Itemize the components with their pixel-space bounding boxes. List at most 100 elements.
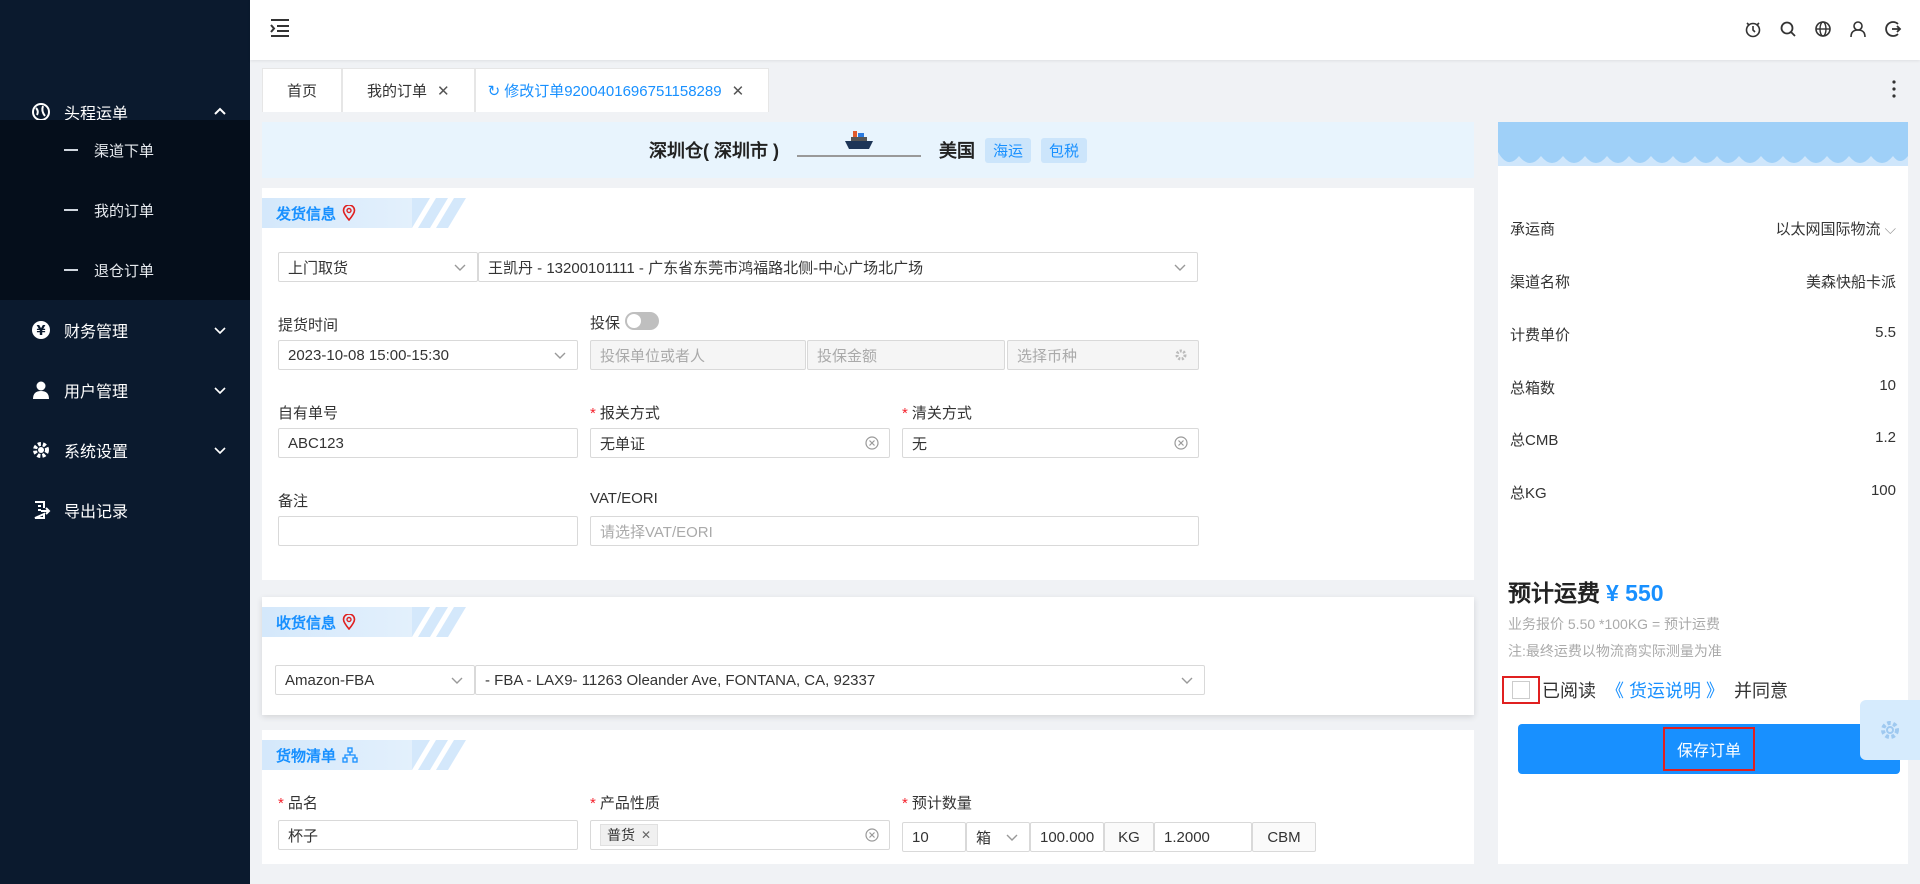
- vat-select[interactable]: 请选择VAT/EORI: [590, 516, 1199, 546]
- yen-icon: ¥: [30, 319, 52, 341]
- submenu: 渠道下单 我的订单 退仓订单: [0, 120, 250, 300]
- tax-tag: 包税: [1041, 137, 1088, 163]
- hierarchy-icon: [342, 747, 358, 763]
- clearance-method-select[interactable]: 无: [902, 428, 1199, 458]
- clear-circle-icon[interactable]: [865, 436, 879, 450]
- svg-text:¥: ¥: [36, 324, 45, 339]
- carrier-select[interactable]: 以太网国际物流 ⌵: [1775, 218, 1896, 239]
- remark-input[interactable]: [278, 516, 578, 546]
- save-order-button[interactable]: 保存订单: [1518, 724, 1900, 774]
- estimated-freight: 预计运费 ¥ 550: [1508, 580, 1664, 606]
- transport-tag: 海运: [984, 137, 1031, 163]
- refresh-icon[interactable]: ↻: [488, 82, 501, 100]
- close-icon[interactable]: ✕: [732, 82, 745, 100]
- sidebar-item-user-management[interactable]: 用户管理: [0, 360, 250, 420]
- sidebar-item-system-settings[interactable]: 系统设置: [0, 420, 250, 480]
- route-line: [796, 131, 921, 157]
- receiving-info-panel: 收货信息 Amazon-FBA - FBA - LAX9- 11263 Olea…: [262, 597, 1474, 715]
- chevron-down-icon: [1006, 834, 1018, 841]
- insurance-label: 投保: [590, 315, 621, 332]
- receiver-address-select[interactable]: - FBA - LAX9- 11263 Oleander Ave, FONTAN…: [475, 665, 1205, 695]
- freight-note: 注:最终运费以物流商实际测量为准: [1508, 643, 1722, 659]
- insured-party-input[interactable]: 投保单位或者人: [590, 340, 806, 370]
- nature-chip: 普货 ✕: [600, 824, 659, 846]
- tab-my-orders[interactable]: 我的订单 ✕: [342, 68, 475, 112]
- user-icon[interactable]: [1849, 20, 1867, 38]
- summary-row: 计费单价 5.5: [1510, 324, 1896, 344]
- wave-decoration: [1498, 122, 1908, 182]
- summary-row: 总CMB 1.2: [1510, 429, 1896, 449]
- quantity-input[interactable]: 10: [902, 822, 966, 852]
- clock-icon[interactable]: [1744, 20, 1762, 38]
- remark-label: 备注: [278, 493, 309, 510]
- volume-input[interactable]: 1.2000: [1154, 822, 1252, 852]
- quantity-unit-select[interactable]: 箱: [966, 822, 1030, 852]
- origin-warehouse: 深圳仓( 深圳市 ): [648, 141, 779, 161]
- cargo-section-title: 货物清单: [262, 740, 466, 770]
- currency-select[interactable]: 选择币种: [1007, 340, 1199, 370]
- chevron-down-icon: [214, 387, 226, 395]
- search-icon[interactable]: [1779, 20, 1797, 38]
- own-number-input[interactable]: ABC123: [278, 428, 578, 458]
- logout-icon[interactable]: [1884, 20, 1902, 38]
- product-nature-select[interactable]: 普货 ✕: [590, 820, 890, 850]
- close-icon[interactable]: ✕: [641, 828, 651, 842]
- chevron-down-icon: [451, 677, 463, 684]
- chevron-down-icon: [454, 264, 466, 271]
- destination-country: 美国: [938, 141, 975, 161]
- product-name-label: * 品名: [278, 795, 318, 812]
- tab-home[interactable]: 首页: [262, 68, 343, 112]
- order-summary-panel: 承运商 以太网国际物流 ⌵ 渠道名称 美森快船卡派 计费单价 5.5 总箱数 10 总C…: [1498, 122, 1908, 864]
- tab-edit-order[interactable]: ↻ 修改订单9200401696751158289 ✕: [474, 68, 770, 112]
- menu-fold-icon[interactable]: [268, 16, 292, 40]
- sidebar-subitem-return-orders[interactable]: 退仓订单: [0, 240, 250, 300]
- agree-checkbox[interactable]: [1502, 676, 1540, 704]
- user-icon: [30, 379, 52, 401]
- clear-circle-icon[interactable]: [1174, 436, 1188, 450]
- pickup-time-select[interactable]: 2023-10-08 15:00-15:30: [278, 340, 578, 370]
- tab-bar: 首页 我的订单 ✕ ↻ 修改订单9200401696751158289 ✕: [262, 68, 770, 112]
- chevron-down-icon: [1181, 677, 1193, 684]
- decorative-stripes: [412, 607, 466, 637]
- customs-method-label: * 报关方式: [590, 405, 660, 422]
- receiving-section-title: 收货信息: [262, 607, 466, 637]
- vat-label: VAT/EORI: [590, 490, 658, 507]
- quote-formula: 业务报价 5.50 *100KG = 预计运费: [1508, 616, 1721, 632]
- sidebar-subitem-my-orders[interactable]: 我的订单: [0, 180, 250, 240]
- clear-circle-icon[interactable]: [865, 828, 879, 842]
- gear-icon: [1175, 349, 1187, 361]
- product-name-input[interactable]: 杯子: [278, 820, 578, 850]
- summary-row: 渠道名称 美森快船卡派: [1510, 274, 1896, 291]
- language-icon[interactable]: [1814, 20, 1832, 38]
- ship-icon: [844, 131, 873, 149]
- product-nature-label: * 产品性质: [590, 795, 660, 812]
- shipping-terms-link[interactable]: 《 货运说明 》: [1606, 677, 1724, 703]
- shipping-info-panel: 发货信息 上门取货 王凯丹 - 13200101111 - 广东省东莞市鸿福路北…: [262, 188, 1474, 580]
- sidebar-item-export-records[interactable]: 导出记录: [0, 480, 250, 540]
- receiver-type-select[interactable]: Amazon-FBA: [275, 665, 475, 695]
- customs-method-select[interactable]: 无单证: [590, 428, 890, 458]
- close-icon[interactable]: ✕: [437, 82, 450, 100]
- insured-amount-input[interactable]: 投保金额: [807, 340, 1005, 370]
- decorative-stripes: [412, 740, 466, 770]
- pickup-method-select[interactable]: 上门取货: [278, 252, 478, 282]
- clearance-method-label: * 清关方式: [902, 405, 972, 422]
- chevron-down-icon: [214, 447, 226, 455]
- decorative-stripes: [412, 198, 466, 228]
- chevron-down-icon: [554, 352, 566, 359]
- weight-input[interactable]: 100.000: [1030, 822, 1104, 852]
- floating-settings-button[interactable]: [1860, 700, 1920, 760]
- summary-row: 承运商 以太网国际物流 ⌵: [1510, 218, 1896, 239]
- summary-row: 总箱数 10: [1510, 377, 1896, 397]
- insurance-toggle[interactable]: [625, 312, 659, 330]
- location-pin-icon: [342, 614, 356, 630]
- gear-icon: [30, 439, 52, 461]
- pickup-time-label: 提货时间: [278, 317, 339, 334]
- sender-address-select[interactable]: 王凯丹 - 13200101111 - 广东省东莞市鸿福路北侧-中心广场北广场: [478, 252, 1198, 282]
- more-vertical-icon[interactable]: [1892, 80, 1896, 98]
- sidebar-item-finance[interactable]: ¥ 财务管理: [0, 300, 250, 360]
- agreement-row: 已阅读 《 货运说明 》 并同意: [1502, 676, 1788, 704]
- route-bar: 深圳仓( 深圳市 ) 美国 海运 包税: [262, 122, 1474, 178]
- gear-icon: [1881, 721, 1899, 739]
- sidebar-subitem-channel-order[interactable]: 渠道下单: [0, 120, 250, 180]
